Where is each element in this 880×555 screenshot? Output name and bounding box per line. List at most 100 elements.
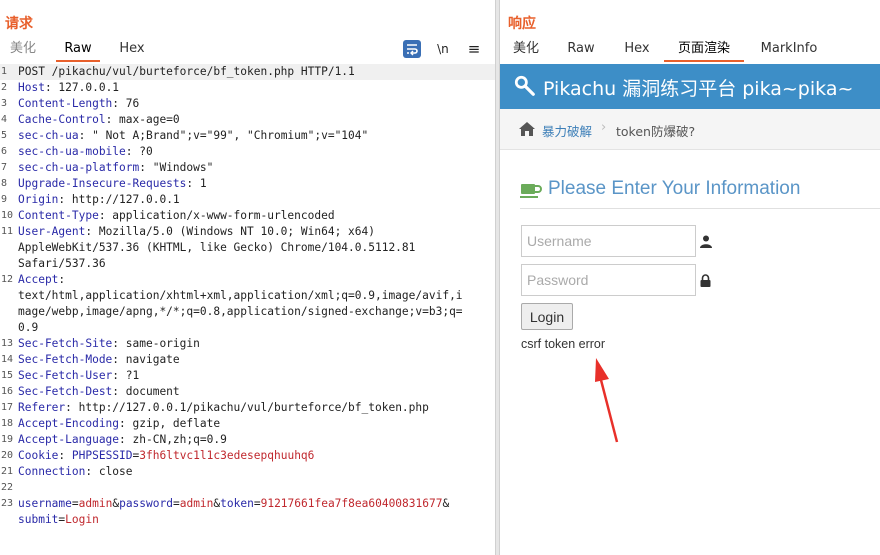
header-key: Connection bbox=[18, 465, 86, 478]
header-key: sec-ch-ua-platform bbox=[18, 161, 140, 174]
username-input[interactable] bbox=[521, 225, 696, 257]
header-key: Content-Length bbox=[18, 97, 113, 110]
request-panel: 请求 美化 Raw Hex \n ≡ 1 POST /pikachu/vul/bu… bbox=[0, 0, 495, 555]
line-text: Origin: http://127.0.0.1 bbox=[18, 192, 180, 208]
line-number: 9 bbox=[1, 194, 8, 205]
lock-icon bbox=[700, 274, 711, 287]
line-number: 1 bbox=[1, 66, 8, 77]
response-tabs: 美化 Raw Hex 页面渲染 MarkInfo bbox=[500, 38, 880, 62]
header-value: : " Not A;Brand";v="99", "Chromium";v="1… bbox=[78, 129, 369, 142]
line-text: Upgrade-Insecure-Requests: 1 bbox=[18, 176, 207, 192]
header-value: : Mozilla/5.0 (Windows NT 10.0; Win64; x… bbox=[85, 225, 375, 238]
wrench-icon bbox=[514, 75, 535, 96]
header-key: Origin bbox=[18, 193, 59, 206]
tab-markinfo[interactable]: MarkInfo bbox=[758, 40, 820, 60]
header-value: : gzip, deflate bbox=[119, 417, 221, 430]
line-number: 11 bbox=[1, 226, 14, 237]
header-value: AppleWebKit/537.36 (KHTML, like Gecko) C… bbox=[18, 241, 416, 254]
code-line: 14 Sec-Fetch-Mode: navigate bbox=[0, 352, 495, 368]
code-line: 22 bbox=[0, 480, 495, 496]
line-text: sec-ch-ua: " Not A;Brand";v="99", "Chrom… bbox=[18, 128, 368, 144]
header-value: : zh-CN,zh;q=0.9 bbox=[119, 433, 227, 446]
line-number: 6 bbox=[1, 146, 8, 157]
line-number: 21 bbox=[1, 466, 14, 477]
header-key: Referer bbox=[18, 401, 66, 414]
line-number: 23 bbox=[1, 498, 14, 509]
coffee-cup-icon bbox=[520, 184, 542, 198]
login-button[interactable]: Login bbox=[521, 303, 573, 330]
word-wrap-icon[interactable] bbox=[402, 39, 421, 58]
breadcrumb-link-bruteforce[interactable]: 暴力破解 bbox=[542, 121, 592, 140]
header-value: : ?1 bbox=[112, 369, 140, 382]
header-key: submit bbox=[18, 513, 59, 526]
header-value: : 1 bbox=[186, 177, 207, 190]
tab-pretty[interactable]: 美化 bbox=[10, 40, 36, 60]
param-value: admin bbox=[179, 497, 214, 510]
line-number: 12 bbox=[1, 274, 14, 285]
header-value: text/html,application/xhtml+xml,applicat… bbox=[18, 289, 463, 302]
line-text: Sec-Fetch-Dest: document bbox=[18, 384, 180, 400]
line-number: 16 bbox=[1, 386, 14, 397]
header-key: password bbox=[119, 497, 173, 510]
line-text: Content-Length: 76 bbox=[18, 96, 139, 112]
error-message: csrf token error bbox=[521, 337, 606, 351]
breadcrumb-separator: › bbox=[601, 120, 607, 135]
heading-divider bbox=[520, 208, 880, 209]
header-key: Sec-Fetch-Site bbox=[18, 337, 113, 350]
code-line: AppleWebKit/537.36 (KHTML, like Gecko) C… bbox=[0, 240, 495, 256]
header-value: : ?0 bbox=[125, 145, 153, 158]
code-line: 13 Sec-Fetch-Site: same-origin bbox=[0, 336, 495, 352]
line-number: 17 bbox=[1, 402, 14, 413]
tab-pretty[interactable]: 美化 bbox=[512, 40, 540, 60]
header-value: : max-age=0 bbox=[105, 113, 180, 126]
line-text: AppleWebKit/537.36 (KHTML, like Gecko) C… bbox=[18, 240, 415, 256]
code-line: 7 sec-ch-ua-platform: "Windows" bbox=[0, 160, 495, 176]
menu-icon[interactable]: ≡ bbox=[465, 40, 483, 58]
header-value: : 76 bbox=[112, 97, 140, 110]
line-text: username=admin&password=admin&token=9121… bbox=[18, 496, 449, 512]
tab-raw[interactable]: Raw bbox=[56, 40, 100, 62]
header-key: token bbox=[220, 497, 254, 510]
param-value: admin bbox=[78, 497, 113, 510]
header-value: : document bbox=[112, 385, 180, 398]
header-value: : http://127.0.0.1/pikachu/vul/burteforc… bbox=[65, 401, 429, 414]
line-text: Accept: bbox=[18, 272, 65, 288]
tab-hex[interactable]: Hex bbox=[623, 40, 651, 60]
password-input[interactable] bbox=[521, 264, 696, 296]
site-title[interactable]: Pikachu 漏洞练习平台 pika~pika~ bbox=[543, 74, 853, 101]
header-value: : same-origin bbox=[112, 337, 200, 350]
line-text: Sec-Fetch-Mode: navigate bbox=[18, 352, 180, 368]
code-line: 21 Connection: close bbox=[0, 464, 495, 480]
line-text: Cookie: PHPSESSID=3fh6ltvc1l1c3edesepqhu… bbox=[18, 448, 314, 464]
code-line: text/html,application/xhtml+xml,applicat… bbox=[0, 288, 495, 304]
header-key: Sec-Fetch-Dest bbox=[18, 385, 113, 398]
code-line: 19 Accept-Language: zh-CN,zh;q=0.9 bbox=[0, 432, 495, 448]
header-key: Cookie bbox=[18, 449, 59, 462]
header-value: : bbox=[58, 449, 72, 462]
line-text: Referer: http://127.0.0.1/pikachu/vul/bu… bbox=[18, 400, 429, 416]
code-line: 5 sec-ch-ua: " Not A;Brand";v="99", "Chro… bbox=[0, 128, 495, 144]
raw-request-editor[interactable]: 1 POST /pikachu/vul/burteforce/bf_token.p… bbox=[0, 64, 495, 528]
code-line: 4 Cache-Control: max-age=0 bbox=[0, 112, 495, 128]
tab-hex[interactable]: Hex bbox=[118, 40, 146, 60]
header-key: Sec-Fetch-Mode bbox=[18, 353, 113, 366]
tab-render[interactable]: 页面渲染 bbox=[664, 40, 744, 62]
line-text: Sec-Fetch-User: ?1 bbox=[18, 368, 139, 384]
header-key: username bbox=[18, 497, 72, 510]
line-text: Accept-Language: zh-CN,zh;q=0.9 bbox=[18, 432, 227, 448]
response-panel: 响应 美化 Raw Hex 页面渲染 MarkInfo Pikachu 漏洞练习… bbox=[500, 0, 880, 555]
header-value: : close bbox=[85, 465, 133, 478]
request-title: 请求 bbox=[5, 16, 33, 32]
header-key: Cache-Control bbox=[18, 113, 106, 126]
line-number: 10 bbox=[1, 210, 14, 221]
line-text: 0.9 bbox=[18, 320, 38, 336]
tab-raw[interactable]: Raw bbox=[567, 40, 595, 60]
header-key: Accept bbox=[18, 273, 59, 286]
code-line: 17 Referer: http://127.0.0.1/pikachu/vul/… bbox=[0, 400, 495, 416]
line-text: text/html,application/xhtml+xml,applicat… bbox=[18, 288, 463, 304]
show-newlines-button[interactable]: \n bbox=[434, 40, 452, 58]
code-line: 16 Sec-Fetch-Dest: document bbox=[0, 384, 495, 400]
header-value: = bbox=[172, 497, 180, 510]
home-icon[interactable] bbox=[518, 121, 536, 137]
code-line: 11 User-Agent: Mozilla/5.0 (Windows NT 10… bbox=[0, 224, 495, 240]
